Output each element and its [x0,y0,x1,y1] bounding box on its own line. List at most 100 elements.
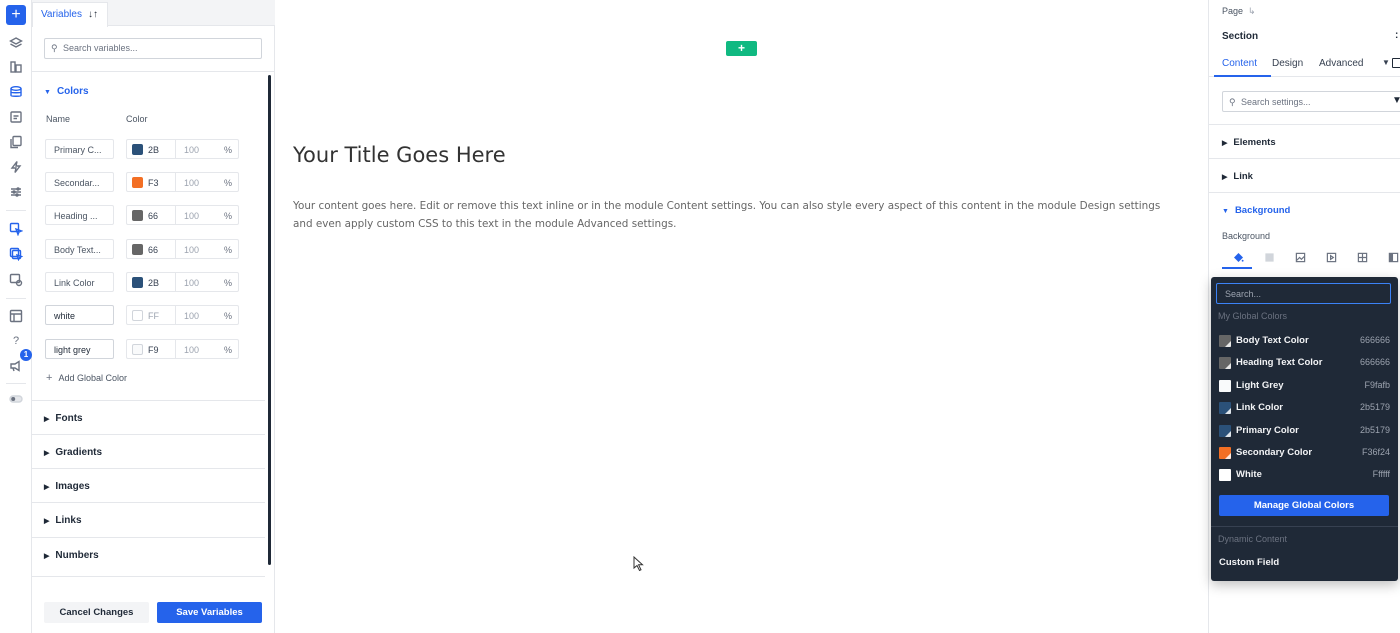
color-swatch[interactable] [132,310,143,321]
image-icon[interactable] [1293,250,1307,264]
sliders-icon[interactable] [6,182,26,202]
color-variable-value[interactable]: 66 100 % [126,239,239,259]
color-opacity[interactable]: 100 [184,245,199,255]
color-swatch[interactable] [132,177,143,188]
page-title[interactable]: Your Title Goes Here [293,143,506,167]
notifications-icon[interactable]: 1 [6,349,32,376]
expand-panel-icon[interactable] [1392,58,1400,68]
breadcrumb-arrow-icon: ↳ [1248,6,1256,16]
fonts-section-toggle[interactable]: ▶ Fonts [32,400,265,434]
color-variable-name[interactable]: Secondar... [45,172,114,192]
caret-right-icon: ▶ [1222,174,1228,181]
global-color-item[interactable]: White Ffffff [1219,468,1390,482]
variables-scrollbar[interactable] [268,75,271,565]
save-variables-button[interactable]: Save Variables [157,602,262,623]
divider [1211,526,1398,527]
paint-bucket-icon[interactable] [1231,250,1245,264]
color-variable-value[interactable]: F9 100 % [126,339,239,359]
breadcrumb-page[interactable]: Page [1222,6,1243,16]
color-swatch[interactable] [132,244,143,255]
global-color-item[interactable]: Body Text Color 666666 [1219,334,1390,348]
tab-advanced[interactable]: Advanced [1319,58,1363,69]
manage-global-colors-button[interactable]: Manage Global Colors [1219,495,1389,516]
toggle-icon[interactable] [6,389,26,409]
pattern-icon[interactable] [1355,250,1369,264]
add-global-color-button[interactable]: + Add Global Color [46,372,127,384]
add-section-button[interactable]: + [726,41,757,56]
mask-icon[interactable] [1386,250,1400,264]
color-variable-value[interactable]: 66 100 % [126,205,239,225]
global-color-item[interactable]: Light Grey F9fafb [1219,379,1390,393]
settings-search-input[interactable]: ⚲ Search settings... ▼ [1222,91,1400,112]
gradient-icon[interactable] [1262,250,1276,264]
global-color-item[interactable]: Link Color 2b5179 [1219,401,1390,415]
color-variable-value[interactable]: 2B 100 % [126,272,239,292]
breadcrumb[interactable]: Page ↳ [1222,6,1256,17]
help-icon[interactable]: ? [6,331,26,351]
variables-icon[interactable] [6,82,26,102]
tab-design[interactable]: Design [1272,58,1303,69]
color-swatch[interactable] [132,277,143,288]
layers-icon[interactable] [6,33,26,53]
cancel-changes-button[interactable]: Cancel Changes [44,602,149,623]
sort-icon[interactable]: ↓↑ [88,9,98,20]
color-opacity[interactable]: 100 [184,278,199,288]
responsive-icon[interactable] [6,270,26,290]
variables-tab[interactable]: Variables ↓↑ [32,2,108,27]
bolt-icon[interactable] [6,157,26,177]
background-type-tabs [1222,249,1400,269]
settings-search-placeholder: Search settings... [1241,97,1311,107]
caret-down-icon[interactable]: ▼ [1382,58,1390,67]
color-variable-name[interactable]: Heading ... [45,205,114,225]
color-opacity[interactable]: 100 [184,345,199,355]
colors-section-toggle[interactable]: ▼ Colors [44,86,89,97]
background-section-toggle[interactable]: ▼ Background [1222,205,1290,216]
color-variable-value[interactable]: FF 100 % [126,305,239,325]
color-variable-value[interactable]: 2B 100 % [126,139,239,159]
numbers-section-toggle[interactable]: ▶ Numbers [32,537,265,571]
color-variable-row: Heading ... 66 100 % [45,205,239,225]
color-swatch [1219,425,1231,437]
global-color-item[interactable]: Primary Color 2b5179 [1219,424,1390,438]
images-section-toggle[interactable]: ▶ Images [32,468,265,502]
add-element-button[interactable]: + [6,5,26,25]
color-variable-value[interactable]: F3 100 % [126,172,239,192]
select-tool-icon[interactable] [6,219,26,239]
custom-field-option[interactable]: Custom Field [1219,557,1279,568]
global-colors-search-input[interactable]: Search... [1216,283,1391,304]
elements-section-toggle[interactable]: ▶ Elements [1222,137,1276,148]
color-variable-name[interactable]: white [45,305,114,325]
color-swatch[interactable] [132,344,143,355]
global-color-item[interactable]: Heading Text Color 666666 [1219,356,1390,370]
mouse-cursor-icon [633,556,644,572]
color-swatch[interactable] [132,144,143,155]
color-opacity[interactable]: 100 [184,211,199,221]
color-variable-name[interactable]: Body Text... [45,239,114,259]
more-options-icon[interactable]: : [1395,30,1398,41]
divider [175,206,176,224]
gradients-section-toggle[interactable]: ▶ Gradients [32,434,265,468]
color-variable-name[interactable]: Link Color [45,272,114,292]
global-color-item[interactable]: Secondary Color F36f24 [1219,446,1390,460]
video-icon[interactable] [1324,250,1338,264]
color-variable-name[interactable]: Primary C... [45,139,114,159]
links-section-toggle[interactable]: ▶ Links [32,502,265,536]
tab-content[interactable]: Content [1222,58,1257,69]
global-color-hex: 2b5179 [1359,425,1390,435]
color-opacity[interactable]: 100 [184,311,199,321]
forms-icon[interactable] [6,107,26,127]
color-swatch[interactable] [132,210,143,221]
color-variable-name[interactable]: light grey [45,339,114,359]
variables-search-input[interactable]: ⚲ Search variables... [44,38,262,59]
pages-icon[interactable] [6,132,26,152]
search-icon: ⚲ [51,43,58,53]
color-opacity[interactable]: 100 [184,145,199,155]
color-hex: 2B [148,145,160,155]
filter-icon[interactable]: ▼ [1392,95,1400,106]
windows-icon[interactable] [6,306,26,326]
color-opacity[interactable]: 100 [184,178,199,188]
library-icon[interactable] [6,57,26,77]
link-section-toggle[interactable]: ▶ Link [1222,171,1253,182]
multi-select-icon[interactable] [6,244,26,264]
page-body-text[interactable]: Your content goes here. Edit or remove t… [293,197,1183,233]
